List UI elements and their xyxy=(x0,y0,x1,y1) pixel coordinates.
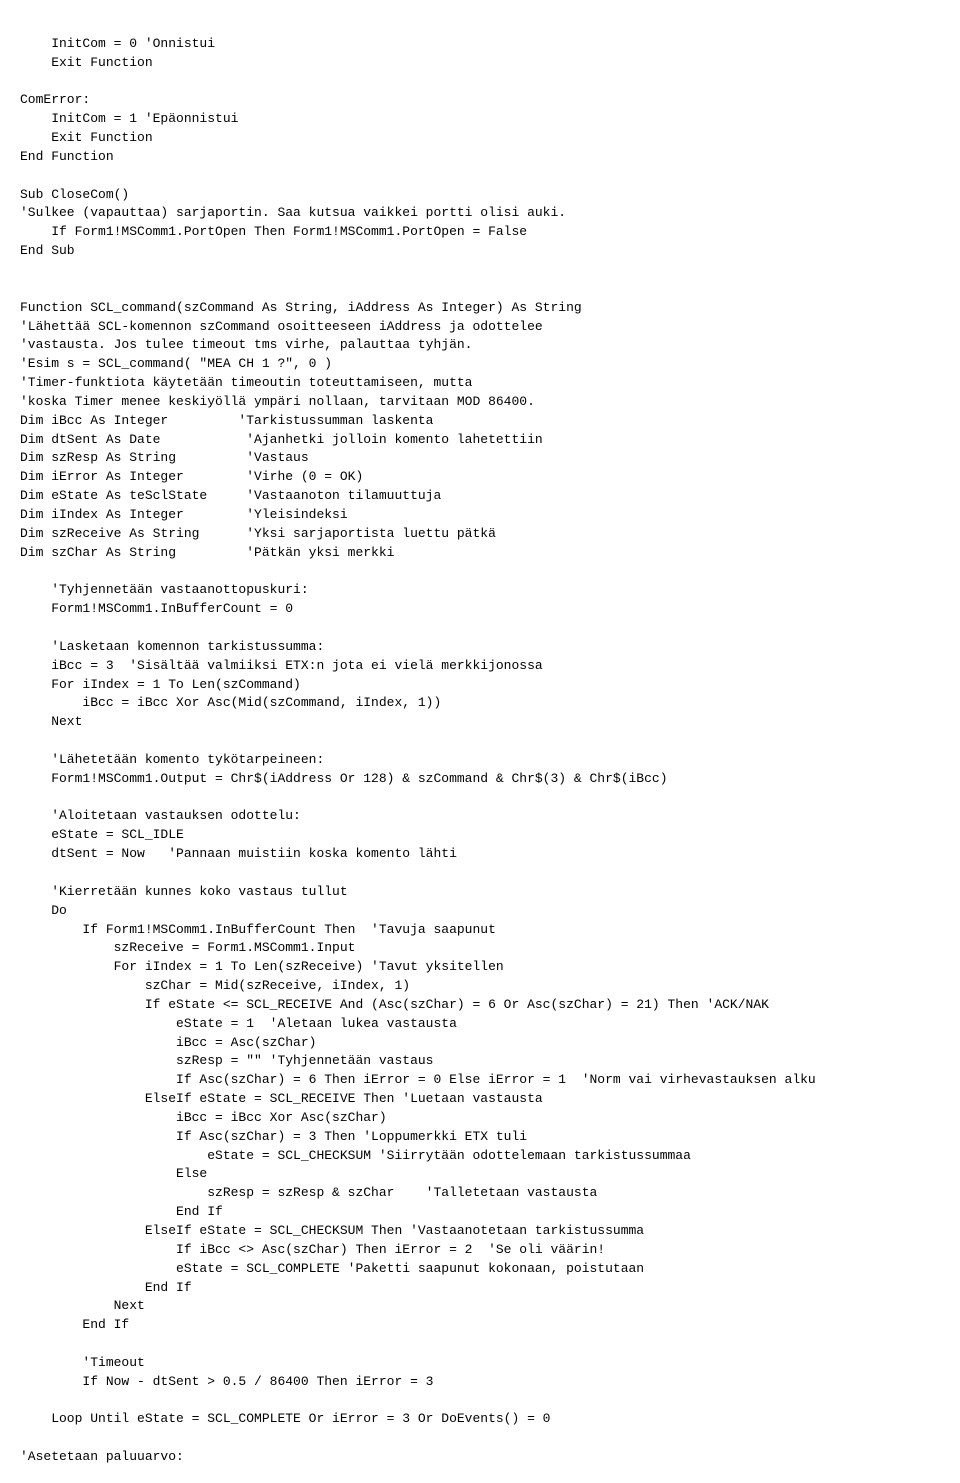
code-display: InitCom = 0 'Onnistui Exit Function ComE… xyxy=(20,16,940,1467)
